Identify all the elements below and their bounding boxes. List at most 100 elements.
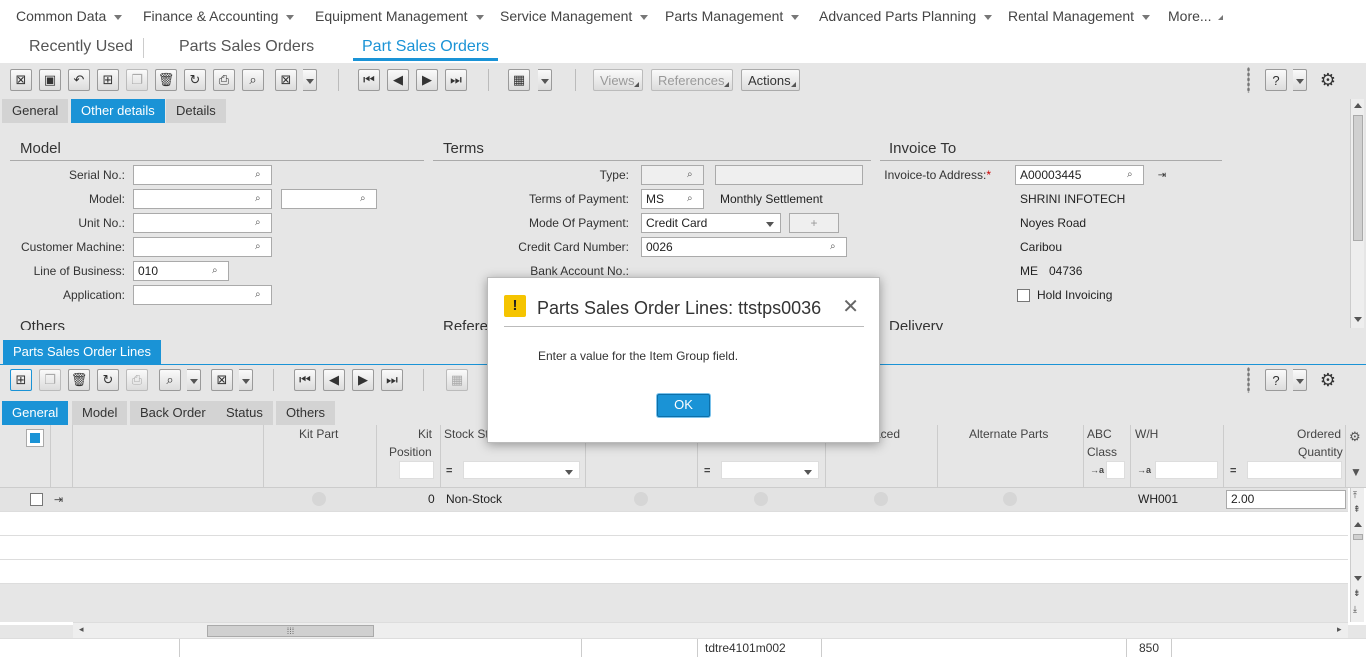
calendar-icon[interactable]: ▦ (446, 369, 468, 391)
export-dropdown[interactable] (239, 369, 253, 391)
gear-icon[interactable]: ⚙ (1317, 369, 1339, 391)
print-icon[interactable]: ⎙ (213, 69, 235, 91)
new-record-icon[interactable]: ⊞ (97, 69, 119, 91)
terms-of-payment-field[interactable]: MS ⌕ (641, 189, 704, 209)
search-icon[interactable]: ⌕ (242, 69, 264, 91)
close-icon[interactable]: ✕ (842, 297, 859, 317)
first-record-icon[interactable]: ⏮ (358, 69, 380, 91)
zoom-icon[interactable]: ⌕ (212, 265, 225, 277)
column-stock-status[interactable]: Stock St (444, 427, 489, 441)
scroll-bottom-icon[interactable]: ⤓ (1353, 604, 1357, 615)
navigate-icon[interactable]: ⇥ (54, 493, 63, 506)
new-line-icon[interactable]: ⊞ (10, 369, 32, 391)
zoom-icon[interactable]: ⌕ (255, 217, 268, 229)
add-payment-button[interactable]: + (789, 213, 839, 233)
filter-operator-icon[interactable]: = (1230, 465, 1236, 477)
undo-icon[interactable]: ↶ (68, 69, 90, 91)
select-all-checkbox[interactable] (26, 429, 44, 447)
export-excel-icon[interactable]: ⊠ (211, 369, 233, 391)
save-icon[interactable]: ▣ (39, 69, 61, 91)
invoice-to-address-field[interactable]: A00003445 ⌕ (1015, 165, 1144, 185)
scroll-down-icon[interactable] (1354, 317, 1362, 322)
grid-scrollbar[interactable]: ⤒ ⇞ ⇟ ⤓ (1350, 488, 1364, 622)
export-dropdown[interactable] (303, 69, 317, 91)
filter-operator-icon[interactable]: →a (1090, 465, 1104, 475)
hold-invoicing-checkbox[interactable] (1017, 289, 1030, 302)
menu-parts-management[interactable]: Parts Management (665, 8, 800, 24)
gear-icon[interactable]: ⚙ (1349, 429, 1361, 445)
line-of-business-field[interactable]: 010 ⌕ (133, 261, 229, 281)
scroll-page-down-icon[interactable]: ⇟ (1353, 588, 1361, 599)
scroll-page-up-icon[interactable]: ⇞ (1353, 504, 1361, 515)
subtab-model[interactable]: Model (72, 401, 128, 425)
refresh-icon[interactable]: ↻ (97, 369, 119, 391)
help-icon[interactable]: ? (1265, 369, 1287, 391)
export-excel-icon[interactable]: ⊠ (275, 69, 297, 91)
print-icon[interactable]: ⎙ (126, 369, 148, 391)
navigate-icon[interactable]: ⇥ (1154, 167, 1170, 183)
customer-machine-field[interactable]: ⌕ (133, 237, 272, 257)
subtab-back-order[interactable]: Back Order (130, 401, 216, 425)
scroll-left-icon[interactable]: ◂ (79, 624, 84, 635)
menu-rental-management[interactable]: Rental Management (1008, 8, 1151, 24)
zoom-icon[interactable]: ⌕ (255, 241, 268, 253)
actions-button[interactable]: Actions (741, 69, 800, 91)
filter-operator-icon[interactable]: = (446, 465, 452, 477)
scroll-up-icon[interactable] (1354, 522, 1362, 527)
scroll-thumb[interactable] (1353, 115, 1363, 241)
tab-details[interactable]: Details (166, 99, 226, 123)
references-button[interactable]: References (651, 69, 734, 91)
menu-common-data[interactable]: Common Data (16, 8, 123, 24)
scroll-thumb[interactable]: ⁞⁞⁞ (207, 625, 374, 637)
last-record-icon[interactable]: ⏭ (445, 69, 467, 91)
previous-line-icon[interactable]: ◀ (323, 369, 345, 391)
zoom-icon[interactable]: ⌕ (687, 193, 700, 205)
serial-no-field[interactable]: ⌕ (133, 165, 272, 185)
next-line-icon[interactable]: ▶ (352, 369, 374, 391)
model-field[interactable]: ⌕ (133, 189, 272, 209)
credit-card-number-field[interactable]: 0026 ⌕ (641, 237, 847, 257)
previous-record-icon[interactable]: ◀ (387, 69, 409, 91)
delete-line-icon[interactable]: 🗑 (68, 369, 90, 391)
next-record-icon[interactable]: ▶ (416, 69, 438, 91)
zoom-icon[interactable]: ⌕ (360, 193, 373, 205)
menu-finance-accounting[interactable]: Finance & Accounting (143, 8, 295, 24)
tab-general[interactable]: General (2, 99, 69, 123)
menu-more[interactable]: More... (1168, 8, 1223, 24)
filter-warehouse[interactable] (1155, 461, 1218, 479)
application-field[interactable]: ⌕ (133, 285, 272, 305)
calendar-icon[interactable]: ▦ (508, 69, 530, 91)
column-alternate-parts[interactable]: Alternate Parts (969, 427, 1048, 441)
gear-icon[interactable]: ⚙ (1317, 69, 1339, 91)
column-ordered-quantity-line1[interactable]: Ordered (1297, 427, 1341, 441)
first-line-icon[interactable]: ⏮ (294, 369, 316, 391)
filter-kit-position[interactable] (399, 461, 434, 479)
last-line-icon[interactable]: ⏭ (381, 369, 403, 391)
scroll-thumb[interactable] (1353, 534, 1363, 540)
menu-equipment-management[interactable]: Equipment Management (315, 8, 484, 24)
duplicate-line-icon[interactable]: ❐ (39, 369, 61, 391)
drag-handle-icon[interactable] (1247, 67, 1250, 93)
column-ordered-quantity-line2[interactable]: Quantity (1298, 445, 1343, 459)
zoom-icon[interactable]: ⌕ (255, 193, 268, 205)
filter-ordered-quantity[interactable] (1247, 461, 1342, 479)
grid-horizontal-scrollbar[interactable]: ◂ ⁞⁞⁞ ▸ (73, 622, 1348, 638)
session-tab-part-sales-orders[interactable]: Part Sales Orders (362, 38, 489, 56)
close-save-icon[interactable]: ⊠ (10, 69, 32, 91)
drag-handle-icon[interactable] (1247, 367, 1250, 393)
zoom-icon[interactable]: ⌕ (255, 289, 268, 301)
session-tab-recently-used[interactable]: Recently Used (29, 38, 133, 56)
zoom-icon[interactable]: ⌕ (255, 169, 268, 181)
column-abc-class-line1[interactable]: ABC (1087, 427, 1112, 441)
column-warehouse[interactable]: W/H (1135, 427, 1158, 441)
subtab-others[interactable]: Others (276, 401, 336, 425)
menu-service-management[interactable]: Service Management (500, 8, 649, 24)
type-field[interactable]: ⌕ (641, 165, 704, 185)
tab-other-details[interactable]: Other details (71, 99, 165, 123)
scroll-right-icon[interactable]: ▸ (1337, 624, 1342, 635)
filter-abc-class[interactable] (1106, 461, 1125, 479)
search-dropdown[interactable] (187, 369, 201, 391)
zoom-icon[interactable]: ⌕ (830, 241, 843, 253)
refresh-icon[interactable]: ↻ (184, 69, 206, 91)
row-checkbox[interactable] (30, 493, 43, 506)
